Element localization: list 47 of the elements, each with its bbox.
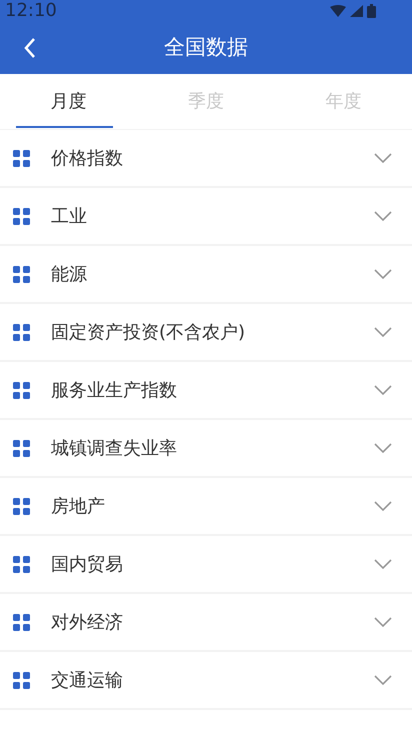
- category-row[interactable]: 能源: [0, 246, 412, 304]
- category-row[interactable]: 对外经济: [0, 594, 412, 652]
- category-row[interactable]: 国内贸易: [0, 536, 412, 594]
- chevron-down-icon: [374, 501, 392, 511]
- category-row[interactable]: 交通运输: [0, 652, 412, 710]
- category-row[interactable]: 固定资产投资(不含农户): [0, 304, 412, 362]
- grid-icon: [13, 208, 30, 224]
- chevron-down-icon: [374, 443, 392, 453]
- chevron-down-icon: [374, 327, 392, 337]
- chevron-down-icon: [374, 675, 392, 685]
- signal-icon: [350, 5, 363, 17]
- page-title: 全国数据: [164, 34, 248, 62]
- grid-icon: [13, 672, 30, 688]
- wifi-icon: [330, 5, 346, 17]
- grid-icon: [13, 150, 30, 166]
- category-row[interactable]: 房地产: [0, 478, 412, 536]
- category-label: 价格指数: [51, 146, 124, 170]
- chevron-down-icon: [374, 153, 392, 163]
- status-time: 12:10: [5, 2, 57, 20]
- category-label: 交通运输: [51, 668, 124, 692]
- grid-icon: [13, 266, 30, 282]
- grid-icon: [13, 556, 30, 572]
- grid-icon: [13, 498, 30, 514]
- category-label: 工业: [51, 204, 88, 228]
- category-label: 国内贸易: [51, 552, 124, 576]
- category-label: 城镇调查失业率: [51, 436, 178, 460]
- chevron-down-icon: [374, 617, 392, 627]
- chevron-down-icon: [374, 211, 392, 221]
- category-label: 服务业生产指数: [51, 378, 178, 402]
- chevron-down-icon: [374, 385, 392, 395]
- chevron-down-icon: [374, 559, 392, 569]
- category-row[interactable]: 工业: [0, 188, 412, 246]
- battery-icon: [367, 4, 376, 18]
- grid-icon: [13, 324, 30, 340]
- category-row[interactable]: 服务业生产指数: [0, 362, 412, 420]
- period-tab[interactable]: 月度: [0, 74, 138, 129]
- back-icon: [23, 37, 37, 59]
- category-label: 对外经济: [51, 610, 124, 634]
- grid-icon: [13, 614, 30, 630]
- grid-icon: [13, 440, 30, 456]
- grid-icon: [13, 382, 30, 398]
- category-label: 能源: [51, 262, 88, 286]
- chevron-down-icon: [374, 269, 392, 279]
- category-label: 房地产: [51, 494, 106, 518]
- category-row[interactable]: 城镇调查失业率: [0, 420, 412, 478]
- category-label: 固定资产投资(不含农户): [51, 320, 246, 344]
- category-row[interactable]: 价格指数: [0, 130, 412, 188]
